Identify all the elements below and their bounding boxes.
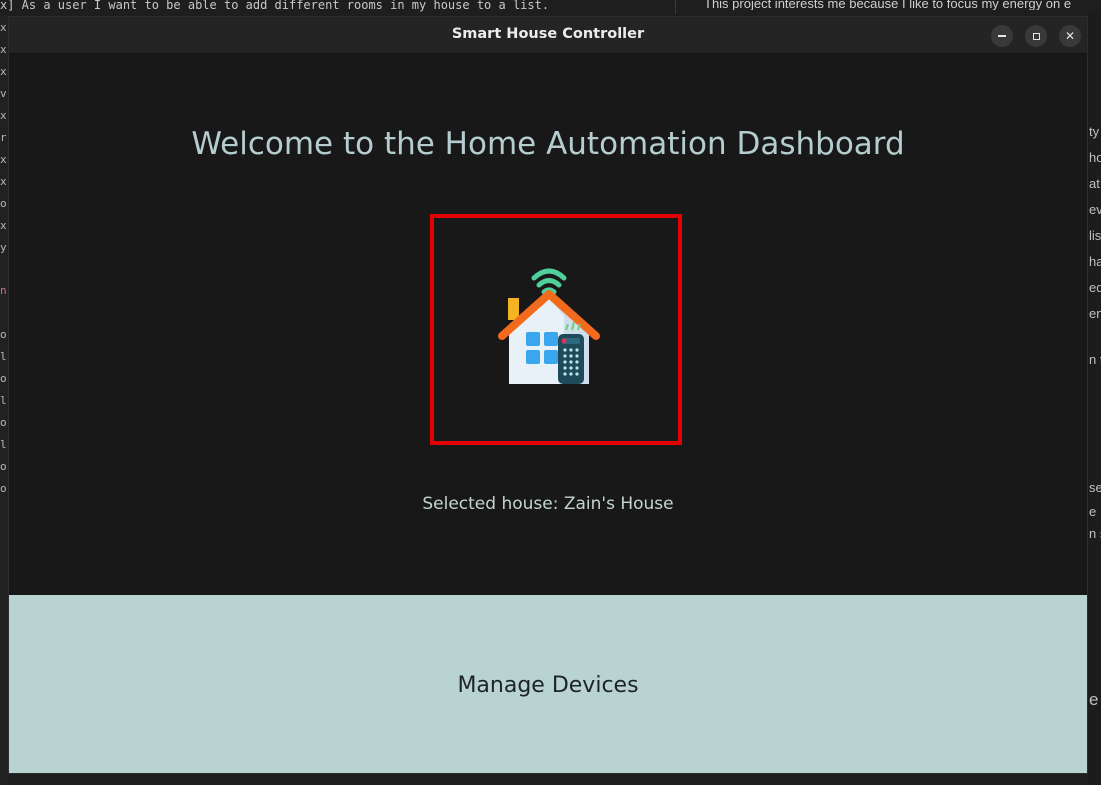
gutter-char: x bbox=[0, 109, 7, 122]
background-right-gutter: ty ho at evi list ha ed en n t se e n s … bbox=[1088, 14, 1101, 785]
gutter-char: x bbox=[0, 43, 7, 56]
gutter-char: l bbox=[0, 438, 7, 451]
gutter-char: o bbox=[0, 460, 7, 473]
gutter-char: v: bbox=[0, 87, 8, 100]
gutter-text: evi bbox=[1089, 202, 1101, 217]
gutter-char: l bbox=[0, 394, 7, 407]
window-title: Smart House Controller bbox=[451, 26, 645, 42]
gutter-char: x bbox=[0, 153, 7, 166]
minimize-icon bbox=[998, 35, 1006, 37]
manage-devices-button[interactable]: Manage Devices bbox=[9, 595, 1087, 773]
house-logo-highlight bbox=[430, 214, 682, 445]
app-window: Smart House Controller ✕ Welcome to the … bbox=[8, 16, 1088, 774]
gutter-text: se bbox=[1089, 480, 1101, 495]
gutter-char: r bbox=[0, 131, 7, 144]
gutter-text: n t bbox=[1089, 352, 1101, 367]
gutter-char: y bbox=[0, 241, 7, 254]
gutter-text: e bbox=[1089, 690, 1099, 709]
close-button[interactable]: ✕ bbox=[1059, 25, 1081, 47]
gutter-text: n s bbox=[1089, 526, 1101, 541]
gutter-char: o bbox=[0, 372, 7, 385]
maximize-button[interactable] bbox=[1025, 25, 1047, 47]
gutter-text: e bbox=[1089, 504, 1097, 519]
desktop: x] As a user I want to be able to add di… bbox=[0, 0, 1101, 785]
close-icon: ✕ bbox=[1064, 29, 1076, 43]
background-editor-line: x] As a user I want to be able to add di… bbox=[0, 0, 550, 12]
smart-home-remote-icon bbox=[498, 268, 600, 384]
gutter-char: x bbox=[0, 219, 7, 232]
minimize-button[interactable] bbox=[991, 25, 1013, 47]
gutter-text: at bbox=[1089, 176, 1100, 191]
page-title: Welcome to the Home Automation Dashboard bbox=[191, 126, 905, 162]
maximize-icon bbox=[1032, 32, 1040, 40]
gutter-text: en bbox=[1089, 306, 1101, 321]
gutter-text: ha bbox=[1089, 254, 1101, 269]
title-bar[interactable]: Smart House Controller ✕ bbox=[9, 17, 1087, 54]
gutter-char: n bbox=[0, 284, 7, 297]
background-document-line: This project interests me because I like… bbox=[704, 0, 1072, 10]
gutter-char: o bbox=[0, 197, 7, 210]
gutter-text: ty bbox=[1089, 124, 1100, 139]
gutter-char: x bbox=[0, 175, 7, 188]
gutter-text: list bbox=[1089, 228, 1101, 243]
gutter-char: x bbox=[0, 65, 7, 78]
dashboard-content: Welcome to the Home Automation Dashboard bbox=[9, 54, 1087, 595]
background-left-gutter: x x x v: x r x x o x y n o l o l o l o o bbox=[0, 14, 8, 785]
gutter-char: x bbox=[0, 21, 7, 34]
gutter-text: ho bbox=[1089, 150, 1101, 165]
gutter-char: l bbox=[0, 350, 7, 363]
background-pane-divider bbox=[675, 0, 676, 14]
gutter-char: o bbox=[0, 482, 7, 495]
selected-house-label: Selected house: Zain's House bbox=[422, 494, 674, 514]
gutter-text: ed bbox=[1089, 280, 1101, 295]
gutter-char: o bbox=[0, 416, 7, 429]
gutter-char: o bbox=[0, 328, 7, 341]
